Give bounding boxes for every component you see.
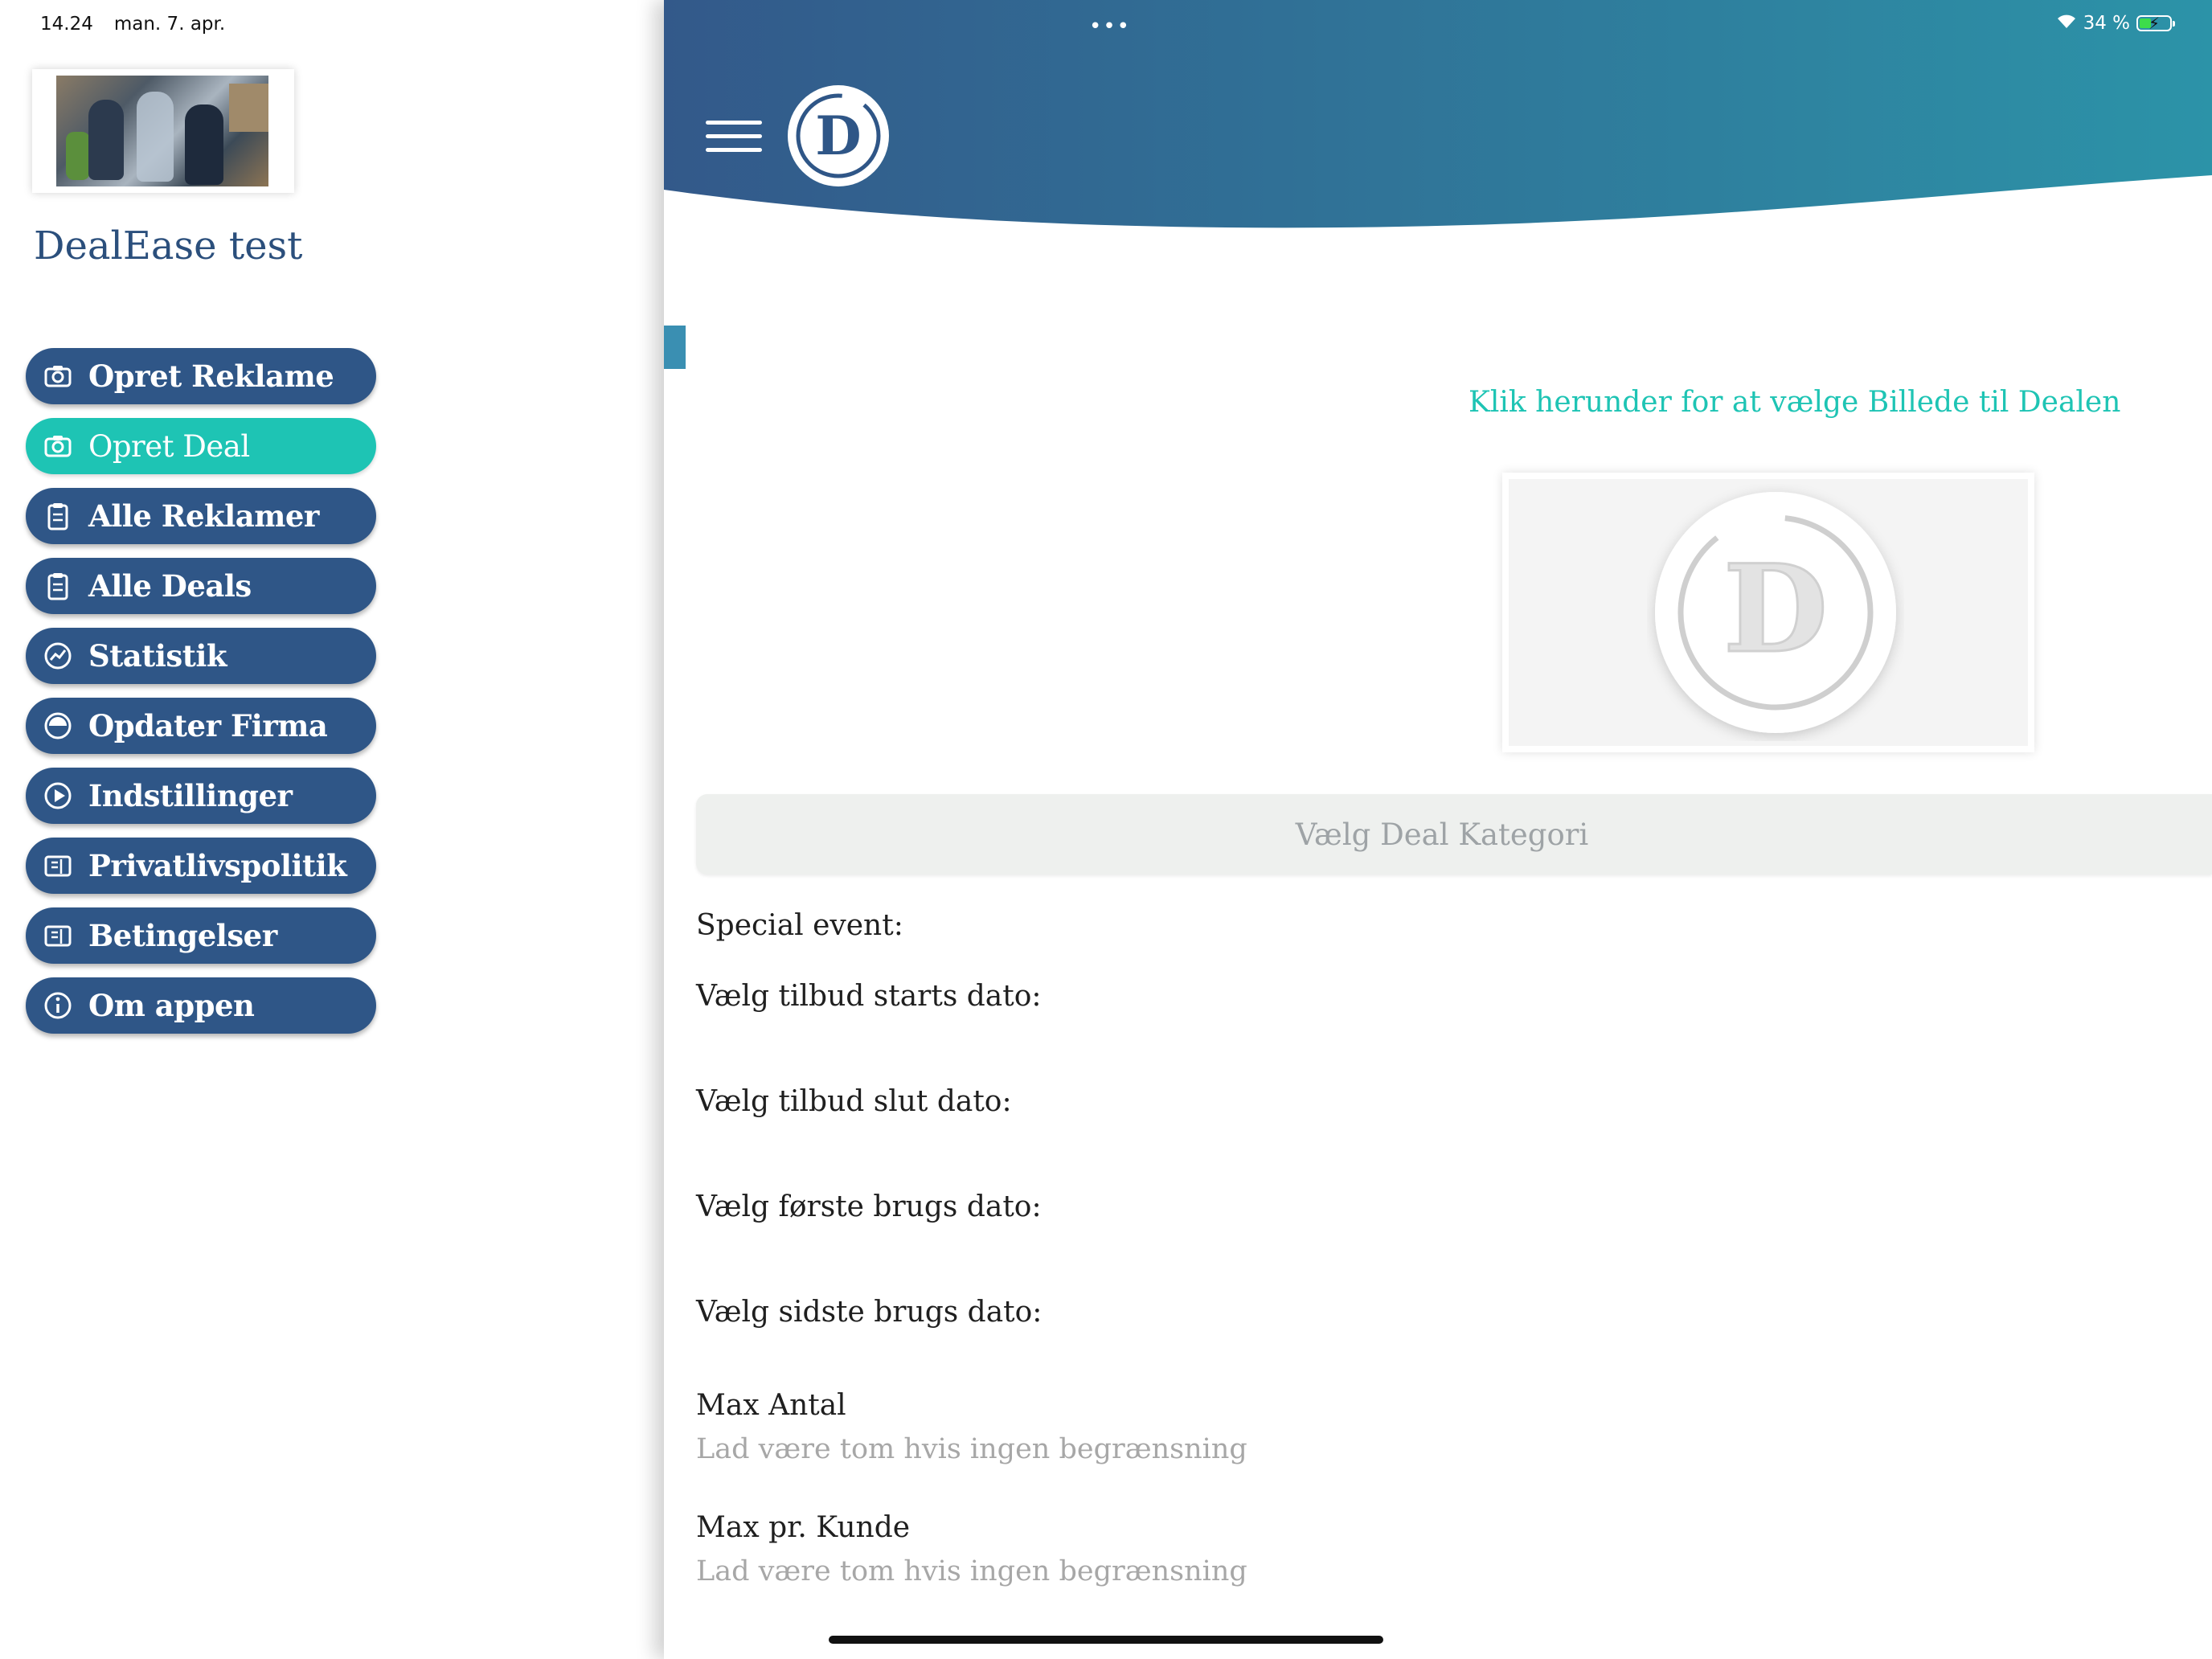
sidebar-item-privatlivspolitik[interactable]: Privatlivspolitik <box>26 838 376 894</box>
side-tab-indicator <box>664 326 686 369</box>
deal-image-picker[interactable]: D <box>1502 473 2034 752</box>
sidebar-item-indstillinger[interactable]: Indstillinger <box>26 768 376 824</box>
info-icon <box>40 988 76 1023</box>
wifi-icon <box>2056 12 2077 35</box>
sidebar: 14.24 man. 7. apr. DealEase test Opret R… <box>0 0 664 1659</box>
placeholder-logo-icon: D <box>1655 492 1896 733</box>
status-bar-right: 34 % ⚡ <box>2056 6 2175 40</box>
sidebar-item-label: Om appen <box>88 988 255 1023</box>
clipboard-icon <box>40 568 76 604</box>
sidebar-item-betingelser[interactable]: Betingelser <box>26 907 376 964</box>
sidebar-item-label: Alle Deals <box>88 568 252 604</box>
sidebar-item-om-appen[interactable]: Om appen <box>26 977 376 1034</box>
camera-icon <box>40 428 76 464</box>
app-logo[interactable]: D <box>786 84 891 188</box>
header-banner <box>664 0 2212 228</box>
sidebar-item-label: Opret Reklame <box>88 358 334 394</box>
start-date-label[interactable]: Vælg tilbud starts dato: <box>696 980 1042 1013</box>
hamburger-menu-icon[interactable] <box>706 121 762 154</box>
max-per-customer-input[interactable] <box>696 1551 1500 1591</box>
sidebar-item-label: Opret Deal <box>88 428 250 464</box>
deal-category-select[interactable]: Vælg Deal Kategori <box>696 794 2212 875</box>
status-time: 14.24 <box>40 14 93 35</box>
home-indicator[interactable] <box>829 1636 1383 1644</box>
clipboard-icon <box>40 498 76 534</box>
image-picker-prompt: Klik herunder for at vælge Billede til D… <box>1469 386 2121 419</box>
sidebar-item-label: Privatlivspolitik <box>88 848 347 883</box>
max-count-label: Max Antal <box>696 1389 846 1422</box>
battery-percent: 34 % <box>2083 13 2130 34</box>
max-count-input[interactable] <box>696 1429 1500 1469</box>
sidebar-item-label: Opdater Firma <box>88 708 328 743</box>
end-date-label[interactable]: Vælg tilbud slut dato: <box>696 1085 1012 1118</box>
building-icon <box>40 708 76 743</box>
placeholder-logo-letter: D <box>1723 539 1828 680</box>
main-panel: ••• 34 % ⚡ D Klik herunder for at vælge … <box>664 0 2212 1659</box>
battery-charging-icon: ⚡ <box>2136 14 2175 33</box>
settings-icon <box>40 778 76 813</box>
company-photo-image <box>56 76 268 186</box>
company-name: DealEase test <box>34 223 303 268</box>
chart-icon <box>40 638 76 674</box>
sidebar-item-label: Alle Reklamer <box>88 498 319 534</box>
max-per-customer-label: Max pr. Kunde <box>696 1511 911 1544</box>
company-photo[interactable] <box>32 69 294 193</box>
camera-icon <box>40 358 76 394</box>
sidebar-item-label: Indstillinger <box>88 778 293 813</box>
sidebar-item-label: Betingelser <box>88 918 277 953</box>
last-use-date-label[interactable]: Vælg sidste brugs dato: <box>696 1296 1042 1329</box>
sidebar-menu: Opret Reklame Opret Deal Alle Reklamer A… <box>26 348 376 1047</box>
special-event-label: Special event: <box>696 909 903 942</box>
sidebar-item-statistik[interactable]: Statistik <box>26 628 376 684</box>
sidebar-item-alle-deals[interactable]: Alle Deals <box>26 558 376 614</box>
document-icon <box>40 918 76 953</box>
sidebar-item-opdater-firma[interactable]: Opdater Firma <box>26 698 376 754</box>
document-icon <box>40 848 76 883</box>
sidebar-item-alle-reklamer[interactable]: Alle Reklamer <box>26 488 376 544</box>
first-use-date-label[interactable]: Vælg første brugs dato: <box>696 1190 1042 1223</box>
status-date: man. 7. apr. <box>113 14 226 35</box>
sidebar-item-opret-deal[interactable]: Opret Deal <box>26 418 376 474</box>
multitasking-dots[interactable]: ••• <box>1089 14 1131 39</box>
sidebar-item-label: Statistik <box>88 638 227 674</box>
deal-category-placeholder: Vælg Deal Kategori <box>1295 817 1589 852</box>
sidebar-item-opret-reklame[interactable]: Opret Reklame <box>26 348 376 404</box>
status-bar-left: 14.24 man. 7. apr. <box>40 8 225 40</box>
app-logo-letter: D <box>815 104 861 167</box>
